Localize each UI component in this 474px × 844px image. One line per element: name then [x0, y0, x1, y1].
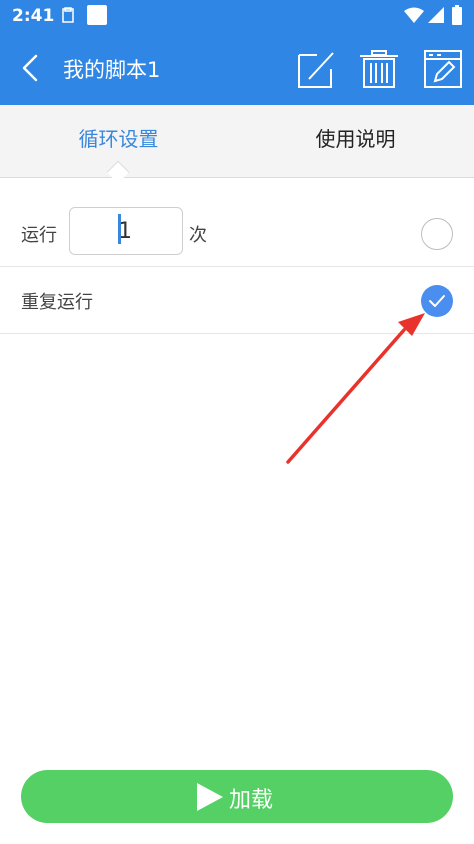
load-button-label: 加载: [229, 788, 274, 813]
annotation-arrow: [286, 313, 425, 464]
play-icon: [197, 783, 223, 811]
load-button[interactable]: 加载: [21, 770, 453, 823]
